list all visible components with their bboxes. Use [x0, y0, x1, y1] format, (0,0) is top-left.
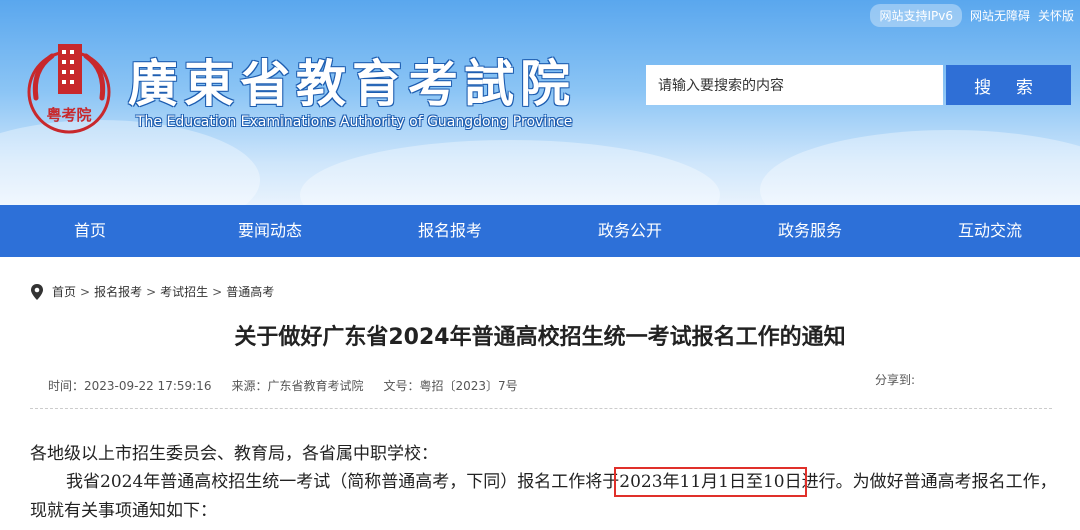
breadcrumb-separator: > [146, 284, 157, 299]
breadcrumb-gaokao[interactable]: 普通高考 [226, 283, 274, 300]
article-time: 时间：2023-09-22 17:59:16 [48, 379, 212, 393]
share-label: 分享到: [875, 373, 916, 387]
site-title-en: The Education Examinations Authority of … [136, 114, 573, 130]
nav-item-registration[interactable]: 报名报考 [360, 205, 540, 257]
top-links: 网站支持IPv6 网站无障碍 关怀版 [870, 4, 1074, 27]
article-meta: 时间：2023-09-22 17:59:16 来源：广东省教育考试院 文号：粤招… [48, 377, 518, 394]
care-mode-link[interactable]: 关怀版 [1038, 7, 1074, 24]
article-doc-number: 文号：粤招〔2023〕7号 [383, 379, 518, 393]
nav-item-interaction[interactable]: 互动交流 [900, 205, 1080, 257]
nav-item-news[interactable]: 要闻动态 [180, 205, 360, 257]
breadcrumb-separator: > [212, 284, 223, 299]
article-source: 来源：广东省教育考试院 [231, 379, 364, 393]
search-input[interactable] [646, 65, 943, 105]
nav-item-home[interactable]: 首页 [0, 205, 180, 257]
article-greeting: 各地级以上市招生委员会、教育局，各省属中职学校： [30, 444, 438, 464]
breadcrumb-separator: > [80, 284, 91, 299]
breadcrumb-registration[interactable]: 报名报考 [94, 283, 142, 300]
header-cloud-decoration [760, 130, 1080, 205]
article-paragraph: 我省2024年普通高校招生统一考试（简称普通高考，下同）报名工作将于2023年1… [30, 467, 1060, 526]
main-nav: 首页 要闻动态 报名报考 政务公开 政务服务 互动交流 [0, 205, 1080, 257]
logo-text: 粤考院 [46, 106, 91, 124]
article-content: 首页 > 报名报考 > 考试招生 > 普通高考 关于做好广东省2024年普通高校… [0, 257, 1080, 530]
site-header: 网站支持IPv6 网站无障碍 关怀版 粤考院 廣東省教育考試院 The Educ… [0, 0, 1080, 205]
nav-item-government-services[interactable]: 政务服务 [720, 205, 900, 257]
accessibility-link[interactable]: 网站无障碍 [970, 7, 1030, 24]
paragraph-text-before: 我省2024年普通高校招生统一考试（简称普通高考，下同）报名工作将于 [66, 472, 620, 492]
nav-item-government-affairs[interactable]: 政务公开 [540, 205, 720, 257]
article-title: 关于做好广东省2024年普通高校招生统一考试报名工作的通知 [234, 325, 846, 350]
site-title: 廣東省教育考試院 [128, 54, 576, 113]
highlighted-date-range: 2023年11月1日至10日 [614, 467, 807, 497]
location-pin-icon [31, 283, 43, 300]
site-logo-icon[interactable]: 粤考院 [22, 40, 117, 140]
search-button[interactable]: 搜 索 [946, 65, 1071, 105]
meta-divider [30, 408, 1052, 409]
breadcrumb-exam-enrollment[interactable]: 考试招生 [160, 283, 208, 300]
ipv6-badge: 网站支持IPv6 [870, 4, 962, 27]
breadcrumb-home[interactable]: 首页 [52, 283, 76, 300]
breadcrumb: 首页 > 报名报考 > 考试招生 > 普通高考 [30, 283, 274, 300]
header-cloud-decoration [300, 140, 720, 205]
